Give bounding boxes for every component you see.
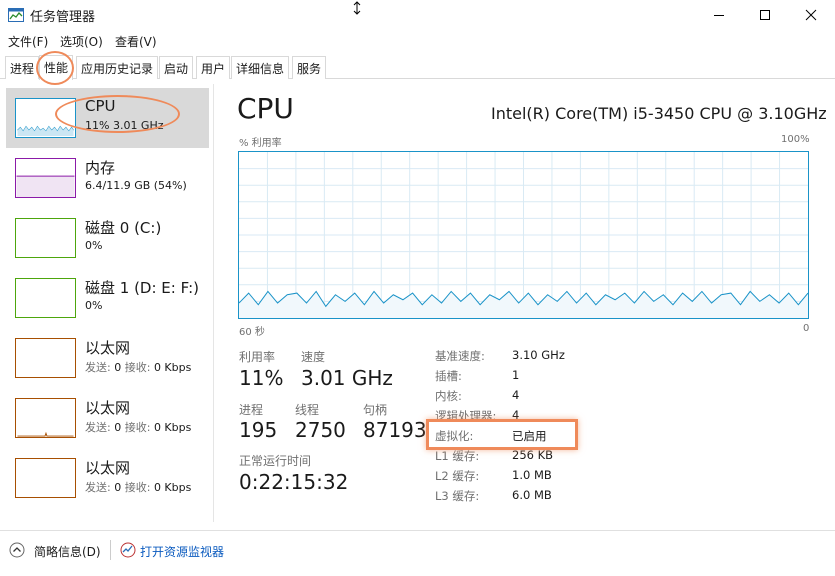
window-title: 任务管理器: [30, 10, 96, 25]
sidebar-item-ethernet-1[interactable]: 以太网 发送: 0 接收: 0 Kbps: [6, 328, 209, 388]
tab-users[interactable]: 用户: [196, 56, 231, 79]
sidebar-item-disk-1[interactable]: 磁盘 1 (D: E: F:) 0%: [6, 268, 209, 328]
graph-x-left-label: 60 秒: [239, 327, 265, 338]
annotation-highlight-virtualization: [426, 419, 578, 450]
graph-grid: [239, 152, 808, 318]
utilization-label: 利用率: [239, 350, 276, 364]
recv-label: 接收:: [124, 481, 151, 494]
tab-details[interactable]: 详细信息: [231, 56, 290, 79]
speed-value: 3.01 GHz: [301, 366, 393, 390]
threads-value: 2750: [295, 418, 346, 442]
menu-options[interactable]: 选项(O): [60, 33, 103, 50]
resource-monitor-icon: [120, 542, 136, 558]
sidebar-item-ethernet-3[interactable]: 以太网 发送: 0 接收: 0 Kbps: [6, 448, 209, 508]
sidebar-item-memory[interactable]: 内存 6.4/11.9 GB (54%): [6, 148, 209, 208]
footer-divider: [110, 540, 111, 560]
tab-processes[interactable]: 进程: [5, 56, 40, 79]
info-label: L1 缓存:: [435, 449, 480, 463]
graph-y-max-label: 100%: [781, 134, 810, 145]
handles-value: 87193: [363, 418, 427, 442]
disk-thumbnail: [15, 218, 76, 258]
info-value: 4: [512, 388, 520, 402]
ethernet-thumbnail: [15, 338, 76, 378]
menu-view[interactable]: 查看(V): [115, 33, 157, 50]
info-label: L2 缓存:: [435, 469, 480, 483]
close-button[interactable]: [788, 0, 834, 30]
sidebar-item-detail: 0%: [85, 239, 103, 252]
minimize-icon: [714, 15, 724, 16]
send-label: 发送:: [85, 421, 111, 434]
memory-thumbnail: [15, 158, 76, 198]
tab-app-history[interactable]: 应用历史记录: [76, 56, 159, 79]
recv-label: 接收:: [124, 421, 151, 434]
speed-label: 速度: [301, 350, 326, 364]
sidebar-item-detail: 发送: 0 接收: 0 Kbps: [85, 419, 191, 435]
sidebar-item-detail: 发送: 0 接收: 0 Kbps: [85, 359, 191, 375]
sidebar-item-label: 以太网: [85, 399, 131, 417]
info-label: L3 缓存:: [435, 489, 480, 503]
info-value: 1.0 MB: [512, 468, 552, 482]
threads-label: 线程: [295, 403, 320, 417]
send-label: 发送:: [85, 481, 111, 494]
tab-services[interactable]: 服务: [292, 56, 327, 79]
info-value: 1: [512, 368, 520, 382]
minimize-button[interactable]: [696, 0, 742, 30]
uptime-label: 正常运行时间: [239, 454, 312, 468]
recv-value: 0 Kbps: [153, 361, 192, 374]
sidebar-item-ethernet-2[interactable]: 以太网 发送: 0 接收: 0 Kbps: [6, 388, 209, 448]
sidebar-item-label: 磁盘 1 (D: E: F:): [85, 279, 199, 297]
task-manager-icon: [8, 8, 24, 22]
sidebar-item-label: 磁盘 0 (C:): [85, 219, 162, 237]
ethernet-thumbnail: [15, 398, 76, 438]
ethernet-thumbnail: [15, 458, 76, 498]
sidebar-item-label: 内存: [85, 159, 116, 177]
cpu-model-name: Intel(R) Core(TM) i5-3450 CPU @ 3.10GHz: [491, 104, 827, 123]
annotation-ellipse-tab: [36, 51, 74, 85]
sidebar-item-detail: 6.4/11.9 GB (54%): [85, 179, 187, 192]
annotation-ellipse-cpu: [55, 95, 180, 133]
close-icon: [805, 9, 817, 21]
graph-y-label: % 利用率: [239, 138, 282, 149]
info-label: 基准速度:: [435, 349, 485, 363]
recv-value: 0 Kbps: [153, 481, 192, 494]
sidebar-item-label: 以太网: [85, 339, 131, 357]
page-title: CPU: [237, 92, 294, 125]
send-label: 发送:: [85, 361, 111, 374]
info-label: 插槽:: [435, 369, 462, 383]
utilization-value: 11%: [239, 366, 284, 390]
send-value: 0: [114, 421, 122, 434]
recv-value: 0 Kbps: [153, 421, 192, 434]
graph-x-right-label: 0: [803, 323, 810, 334]
maximize-icon: [760, 10, 770, 20]
info-value: 6.0 MB: [512, 488, 552, 502]
handles-label: 句柄: [363, 403, 388, 417]
maximize-button[interactable]: [742, 0, 788, 30]
info-value: 3.10 GHz: [512, 348, 565, 362]
open-resource-monitor-link[interactable]: 打开资源监视器: [140, 543, 224, 560]
uptime-value: 0:22:15:32: [239, 470, 349, 494]
sidebar-item-detail: 发送: 0 接收: 0 Kbps: [85, 479, 191, 495]
send-value: 0: [114, 481, 122, 494]
sidebar-item-label: 以太网: [85, 459, 131, 477]
collapse-chevron-icon[interactable]: [9, 542, 25, 558]
info-value: 256 KB: [512, 448, 554, 462]
resize-cursor-icon: [353, 1, 361, 15]
disk-thumbnail: [15, 278, 76, 318]
processes-label: 进程: [239, 403, 264, 417]
processes-value: 195: [239, 418, 278, 442]
sidebar-item-disk-0[interactable]: 磁盘 0 (C:) 0%: [6, 208, 209, 268]
tab-startup[interactable]: 启动: [159, 56, 194, 79]
info-label: 内核:: [435, 389, 462, 403]
sidebar-item-detail: 0%: [85, 299, 103, 312]
cpu-utilization-graph: [238, 151, 809, 319]
recv-label: 接收:: [124, 361, 151, 374]
menu-file[interactable]: 文件(F): [8, 33, 48, 50]
summary-toggle[interactable]: 简略信息(D): [34, 543, 101, 560]
send-value: 0: [114, 361, 122, 374]
